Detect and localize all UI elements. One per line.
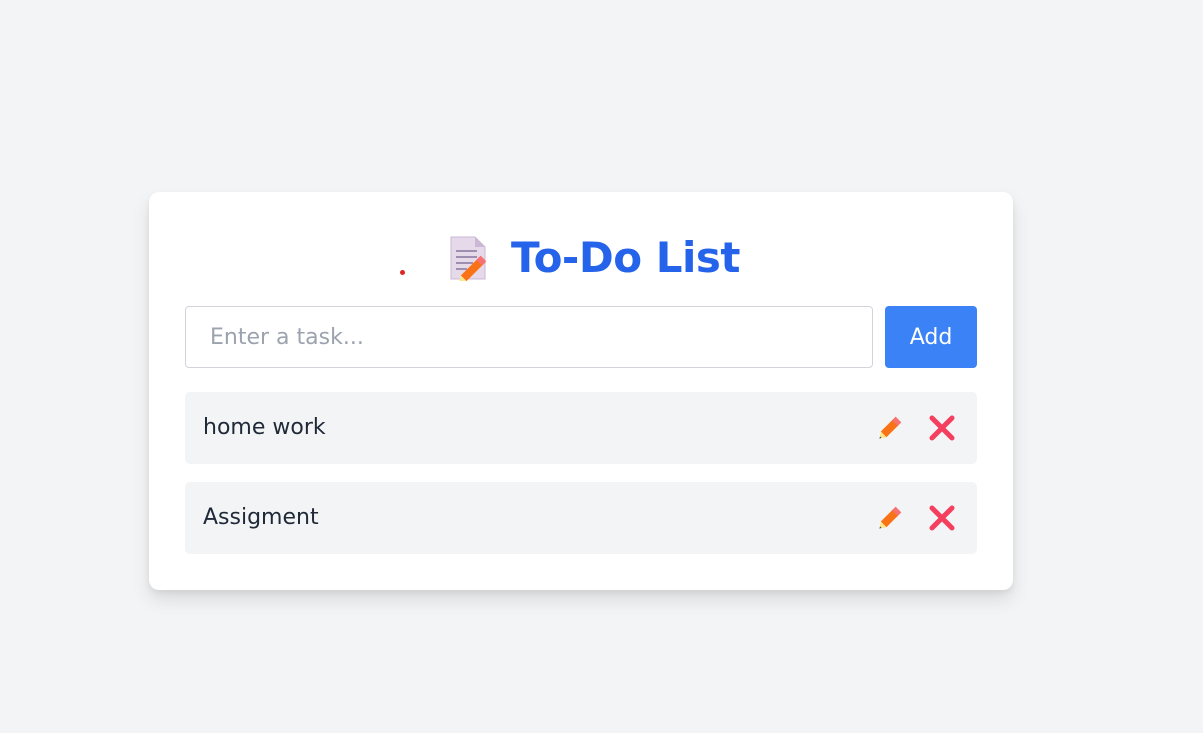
list-item: Assigment [185, 482, 977, 554]
edit-button[interactable] [875, 413, 905, 443]
task-text: home work [203, 415, 326, 440]
edit-button[interactable] [875, 503, 905, 533]
pencil-icon [875, 503, 905, 533]
cross-icon [927, 413, 957, 443]
red-dot-icon [400, 270, 405, 275]
todo-list: home work Assigment [185, 392, 977, 572]
delete-button[interactable] [927, 503, 957, 533]
add-button[interactable]: Add [885, 306, 977, 368]
todo-card: To-Do List Add home work [149, 192, 1013, 590]
task-text: Assigment [203, 505, 319, 530]
cross-icon [927, 503, 957, 533]
delete-button[interactable] [927, 413, 957, 443]
header: To-Do List [149, 232, 1013, 288]
page-title: To-Do List [511, 233, 740, 282]
pencil-icon [875, 413, 905, 443]
task-input[interactable] [185, 306, 873, 368]
memo-icon [447, 235, 491, 281]
list-item: home work [185, 392, 977, 464]
